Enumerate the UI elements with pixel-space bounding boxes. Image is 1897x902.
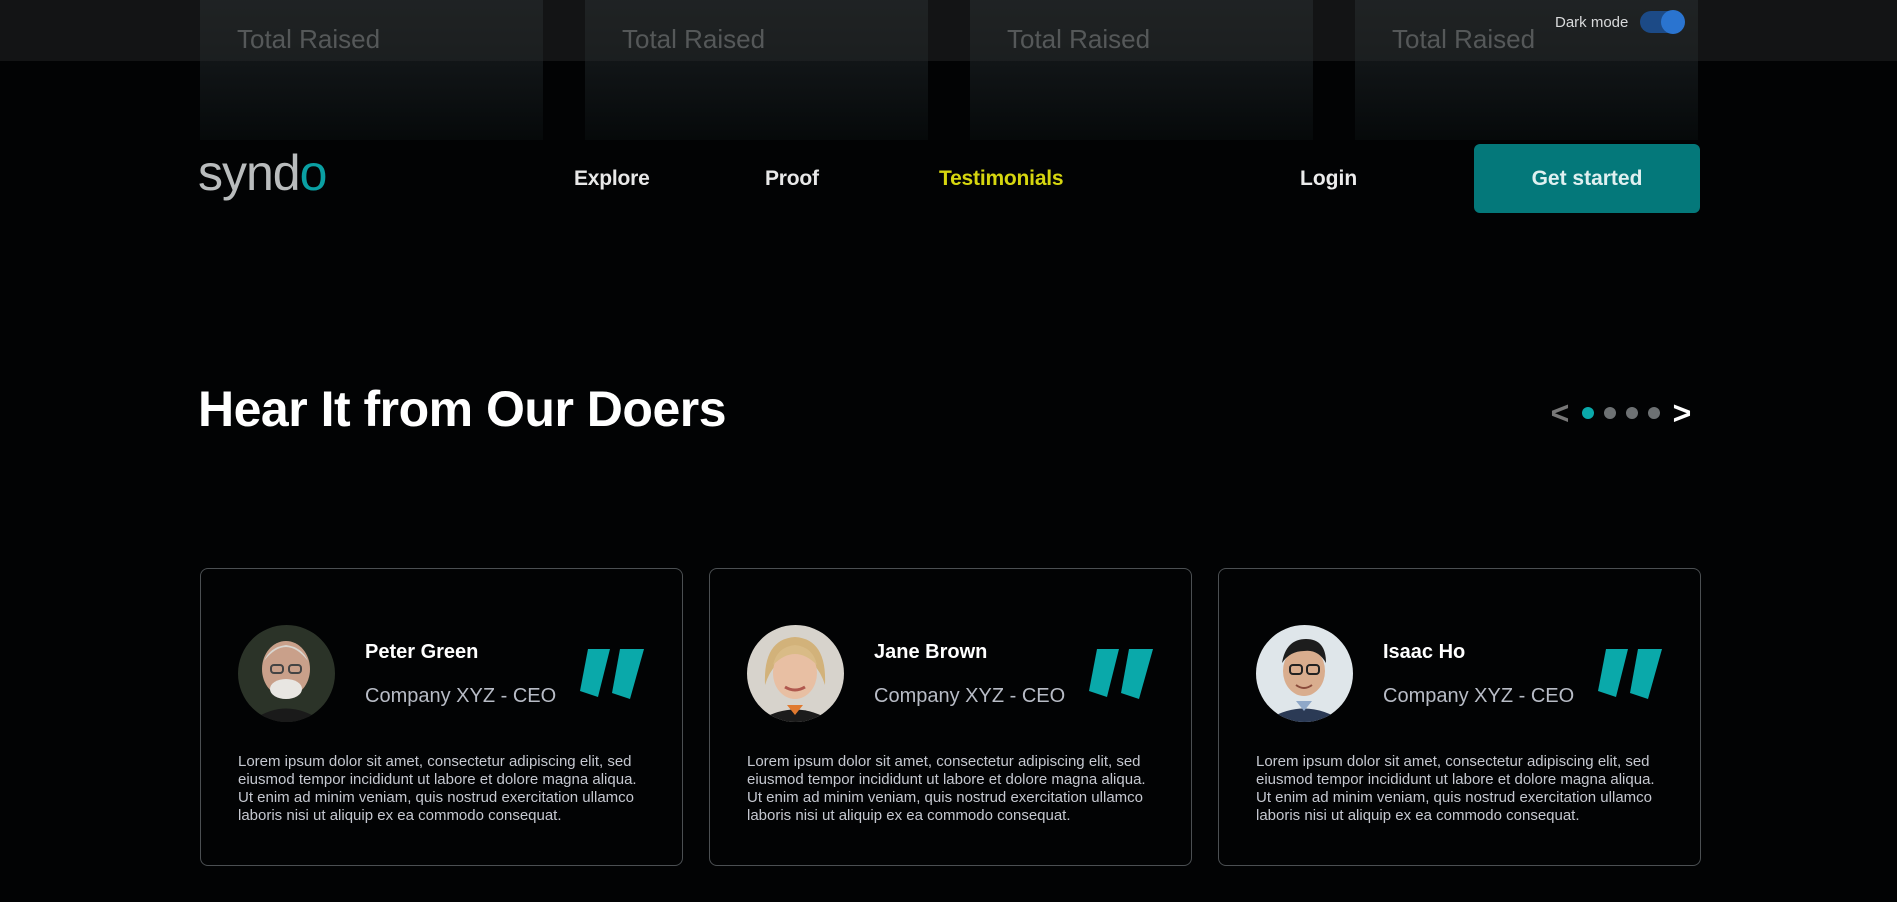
testimonial-card: Isaac Ho Company XYZ - CEO Lorem ipsum d… xyxy=(1218,568,1701,866)
quote-icon xyxy=(1598,649,1662,699)
login-link[interactable]: Login xyxy=(1300,167,1357,191)
quote-icon xyxy=(1089,649,1153,699)
avatar xyxy=(238,625,335,722)
get-started-button[interactable]: Get started xyxy=(1474,144,1700,213)
testimonial-text: Lorem ipsum dolor sit amet, consectetur … xyxy=(747,753,1146,824)
logo-text-main: synd xyxy=(198,148,300,201)
avatar xyxy=(747,625,844,722)
testimonial-card: Jane Brown Company XYZ - CEO Lorem ipsum… xyxy=(709,568,1192,866)
carousel-dot[interactable] xyxy=(1626,407,1638,419)
avatar xyxy=(1256,625,1353,722)
chevron-right-icon[interactable]: > xyxy=(1668,397,1696,429)
nav-proof[interactable]: Proof xyxy=(765,167,819,191)
syndo-logo[interactable]: syndo xyxy=(198,148,353,202)
person-role: Company XYZ - CEO xyxy=(1383,685,1575,707)
svg-text:syndo: syndo xyxy=(198,148,326,201)
person-name: Peter Green xyxy=(365,641,479,663)
testimonial-card: Peter Green Company XYZ - CEO Lorem ipsu… xyxy=(200,568,683,866)
dark-mode-toggle[interactable] xyxy=(1640,10,1686,34)
nav-explore[interactable]: Explore xyxy=(574,167,650,191)
section-title: Hear It from Our Doers xyxy=(198,381,727,437)
dark-mode-label: Dark mode xyxy=(1555,13,1629,31)
person-name: Jane Brown xyxy=(874,641,988,663)
nav-testimonials[interactable]: Testimonials xyxy=(939,167,1064,191)
carousel-controls: < > xyxy=(1546,397,1696,429)
testimonial-text: Lorem ipsum dolor sit amet, consectetur … xyxy=(238,753,637,824)
testimonial-text: Lorem ipsum dolor sit amet, consectetur … xyxy=(1256,753,1655,824)
carousel-dot[interactable] xyxy=(1648,407,1660,419)
carousel-dot[interactable] xyxy=(1582,407,1594,419)
logo-text-accent: o xyxy=(300,148,327,201)
dark-mode-control: Dark mode xyxy=(1555,10,1686,34)
carousel-dots xyxy=(1582,407,1660,419)
quote-icon xyxy=(580,649,644,699)
person-name: Isaac Ho xyxy=(1383,641,1466,663)
person-role: Company XYZ - CEO xyxy=(874,685,1066,707)
toggle-knob xyxy=(1661,10,1686,34)
carousel-dot[interactable] xyxy=(1604,407,1616,419)
chevron-left-icon[interactable]: < xyxy=(1546,397,1574,429)
person-role: Company XYZ - CEO xyxy=(365,685,557,707)
